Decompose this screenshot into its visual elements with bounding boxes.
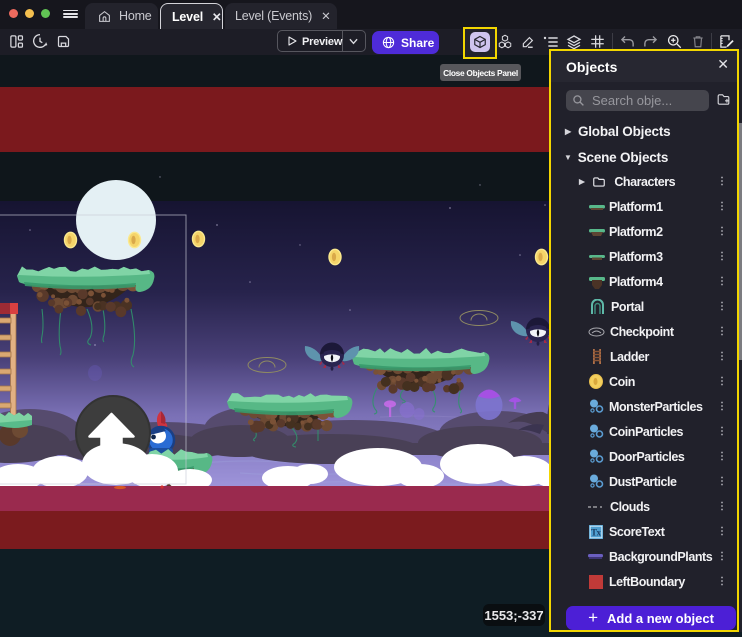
svg-text:Tx: Tx <box>591 527 602 537</box>
